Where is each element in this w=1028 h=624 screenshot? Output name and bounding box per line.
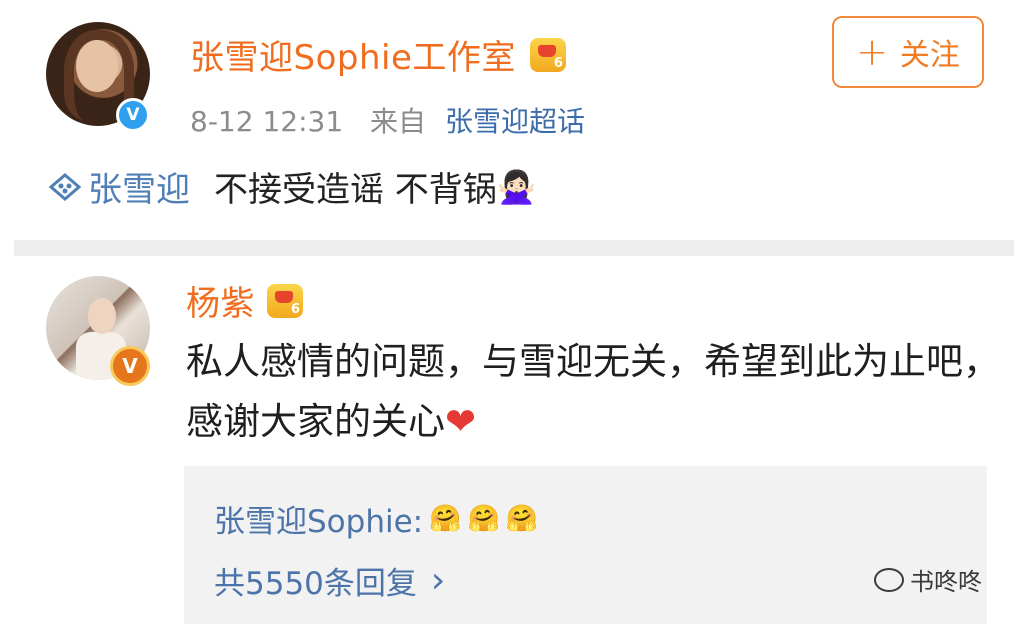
follow-button[interactable]: + 关注 bbox=[832, 16, 984, 88]
comment-text: 私人感情的问题，与雪迎无关，希望到此为止吧，感谢大家的关心 bbox=[186, 340, 1000, 443]
reply-count-link[interactable]: 共5550条回复 › bbox=[214, 558, 445, 603]
reply-count: 共5550条回复 bbox=[214, 566, 417, 602]
reply-box[interactable]: 张雪迎Sophie: 🤗 🤗 🤗 共5550条回复 › bbox=[184, 466, 987, 624]
reply-author[interactable]: 张雪迎Sophie: bbox=[214, 496, 423, 541]
comment-author-row: 杨紫 6 bbox=[186, 276, 303, 325]
post-meta: 8-12 12:31 来自 张雪迎超话 bbox=[190, 100, 585, 140]
verified-badge-icon: V bbox=[110, 346, 150, 386]
watermark-text: 书咚咚 bbox=[910, 568, 982, 596]
post-author-row: 张雪迎Sophie工作室 6 bbox=[190, 30, 566, 79]
post-body: 张雪迎 不接受造谣 不背锅 🙅🏻‍♀ bbox=[48, 162, 537, 211]
post-timestamp: 8-12 12:31 bbox=[190, 105, 344, 138]
post-text: 不接受造谣 不背锅 bbox=[214, 170, 497, 210]
hug-emoji: 🤗 bbox=[429, 503, 462, 534]
post-author-name[interactable]: 张雪迎Sophie工作室 bbox=[190, 30, 516, 79]
section-divider bbox=[14, 240, 1014, 256]
chevron-right-icon: › bbox=[430, 560, 446, 601]
follow-button-label: 关注 bbox=[899, 38, 960, 73]
heart-emoji: ❤ bbox=[445, 400, 477, 443]
comment-author-name[interactable]: 杨紫 bbox=[186, 276, 255, 325]
post-text-emoji: 🙅🏻‍♀ bbox=[496, 167, 537, 206]
hug-emoji: 🤗 bbox=[467, 503, 500, 534]
crown-icon: 6 bbox=[267, 283, 303, 318]
verified-badge-icon: V bbox=[116, 98, 150, 132]
crown-icon: 6 bbox=[529, 37, 566, 72]
reply-preview: 张雪迎Sophie: 🤗 🤗 🤗 bbox=[214, 496, 538, 541]
hug-emoji: 🤗 bbox=[505, 503, 539, 534]
watermark: 书咚咚 bbox=[874, 562, 982, 597]
wechat-icon bbox=[874, 567, 904, 592]
plus-icon: + bbox=[856, 30, 888, 74]
super-topic-icon bbox=[48, 172, 82, 202]
super-topic-link[interactable]: 张雪迎 bbox=[88, 162, 190, 211]
post-source-link[interactable]: 张雪迎超话 bbox=[445, 105, 585, 138]
comment-body: 私人感情的问题，与雪迎无关，希望到此为止吧，感谢大家的关心❤ bbox=[186, 332, 1006, 452]
post-source-prefix: 来自 bbox=[370, 105, 427, 138]
